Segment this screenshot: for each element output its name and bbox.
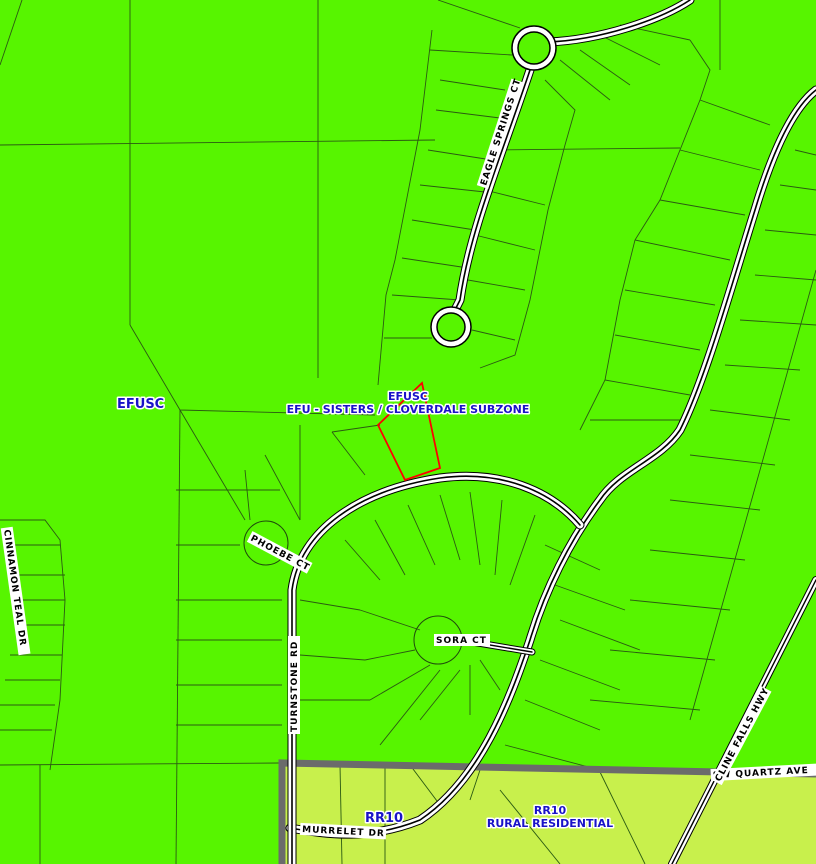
zone-label-rr10-right: RR10 [534,804,567,817]
zoning-map[interactable]: EAGLE SPRINGS CT PHOEBE CT SORA CT TURNS… [0,0,816,864]
zone-label-efusc-name: EFU - SISTERS / CLOVERDALE SUBZONE [287,403,530,416]
zone-label-efusc-center: EFUSC [388,390,428,403]
zone-label-rr10-name: RURAL RESIDENTIAL [487,817,613,830]
street-label-sora: SORA CT [436,636,487,646]
street-label-turnstone: TURNSTONE RD [290,641,300,732]
efu-zone-area [0,0,816,864]
zone-label-efusc-west: EFUSC [117,397,164,412]
zone-label-rr10-left: RR10 [365,811,403,826]
